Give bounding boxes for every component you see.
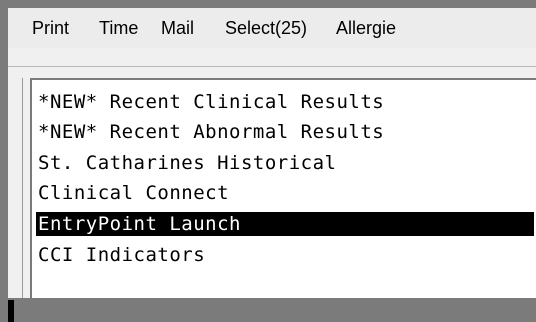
list-item-selected[interactable]: EntryPoint Launch xyxy=(36,212,534,236)
list-item[interactable]: *NEW* Recent Clinical Results xyxy=(36,90,534,114)
selection-marker xyxy=(8,300,14,322)
list-item[interactable]: CCI Indicators xyxy=(36,243,534,267)
menu-bar: Print Time Mail Select(25) Allergie xyxy=(8,8,536,48)
menu-print[interactable]: Print xyxy=(32,18,69,39)
menu-time[interactable]: Time xyxy=(99,18,138,39)
menu-select[interactable]: Select(25) xyxy=(225,18,307,39)
list-box[interactable]: *NEW* Recent Clinical Results *NEW* Rece… xyxy=(30,78,536,298)
menu-divider xyxy=(8,66,536,67)
application-window: Print Time Mail Select(25) Allergie *NEW… xyxy=(8,8,536,322)
left-gutter xyxy=(8,78,23,322)
menu-allergies[interactable]: Allergie xyxy=(336,18,396,39)
list-item[interactable]: St. Catharines Historical xyxy=(36,151,534,175)
menu-mail[interactable]: Mail xyxy=(161,18,194,39)
list-item[interactable]: *NEW* Recent Abnormal Results xyxy=(36,120,534,144)
list-item[interactable]: Clinical Connect xyxy=(36,181,534,205)
